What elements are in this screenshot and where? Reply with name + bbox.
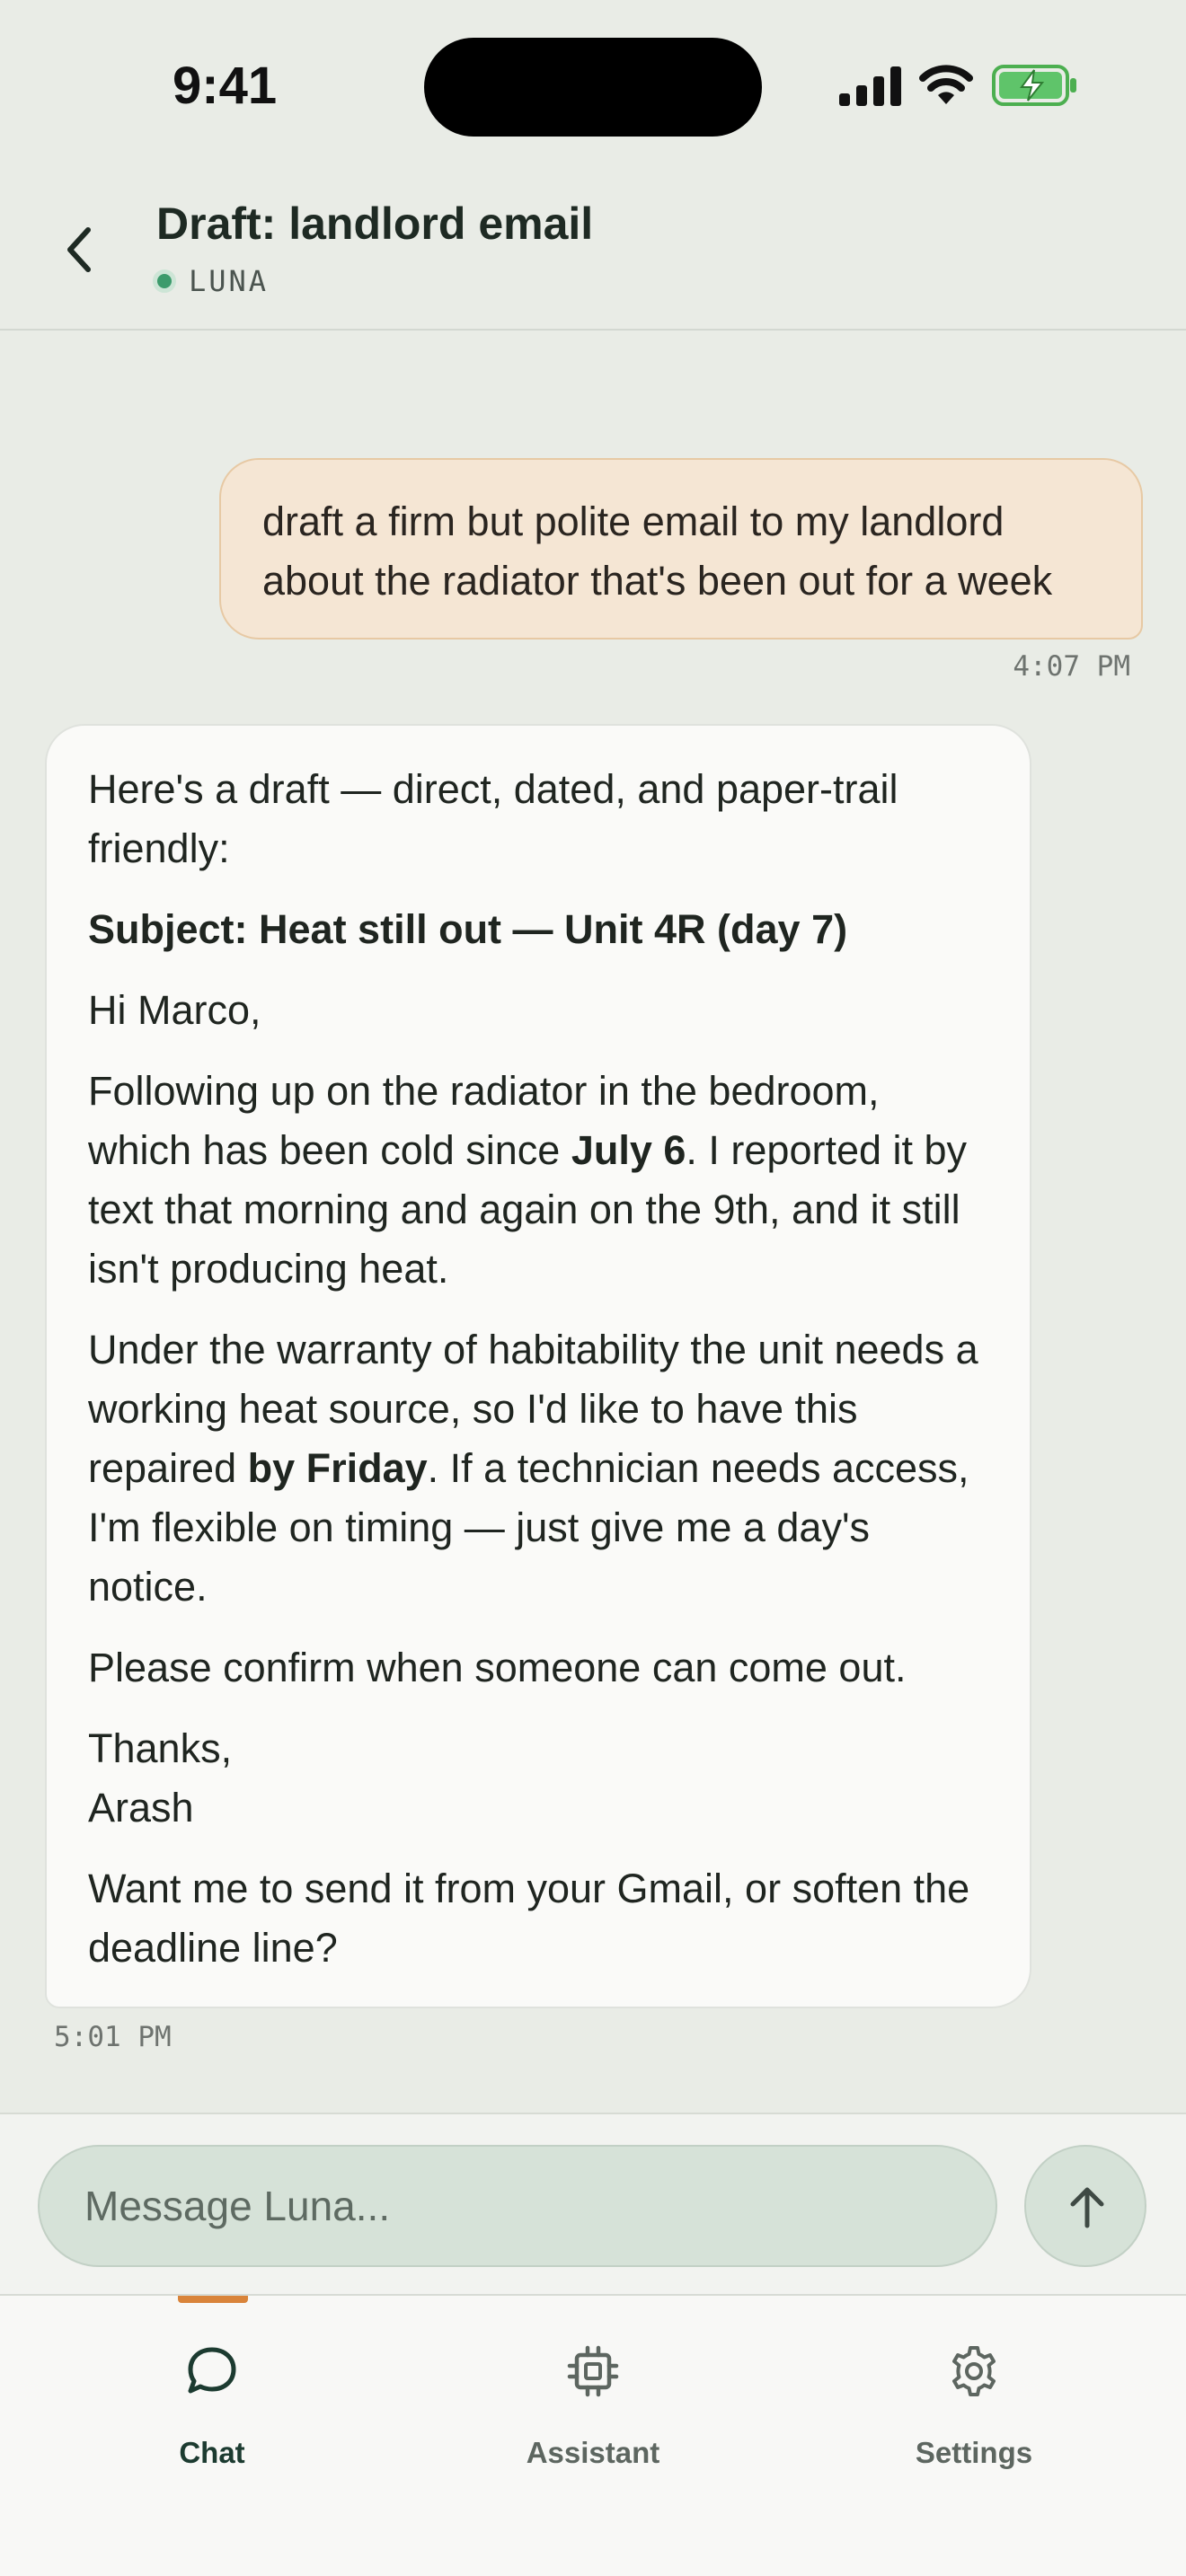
status-bar: 9:41 (0, 0, 1186, 171)
user-message-bubble: draft a firm but polite email to my land… (219, 458, 1143, 640)
message-input[interactable] (38, 2145, 997, 2267)
assistant-message-timestamp: 5:01 PM (54, 2021, 172, 2053)
chip-icon (567, 2345, 619, 2397)
tab-chat[interactable]: Chat (77, 2296, 347, 2493)
battery-charging-icon (992, 65, 1076, 106)
email-paragraph-3: Please confirm when someone can come out… (88, 1645, 907, 1690)
email-signature: Arash (88, 1785, 194, 1831)
message-composer (0, 2113, 1186, 2294)
tab-label: Chat (179, 2436, 245, 2469)
tab-label: Assistant (526, 2436, 660, 2469)
assistant-message-bubble: Here's a draft — direct, dated, and pape… (45, 724, 1031, 2008)
gear-icon (952, 2346, 996, 2396)
cellular-signal-icon (839, 66, 901, 106)
user-message-text: draft a firm but polite email to my land… (262, 498, 1053, 604)
bottom-tab-bar: Chat Assistant Settings (0, 2294, 1186, 2576)
dynamic-island (424, 38, 762, 137)
chat-bubble-icon (188, 2347, 236, 2394)
draft-intro: Here's a draft — direct, dated, and pape… (88, 766, 898, 871)
back-chevron-icon[interactable] (56, 221, 106, 278)
tab-settings[interactable]: Settings (839, 2296, 1109, 2493)
send-button[interactable] (1024, 2145, 1146, 2267)
status-time: 9:41 (173, 57, 278, 115)
chat-header: Draft: landlord email LUNA (0, 171, 1186, 331)
email-greeting: Hi Marco, (88, 987, 261, 1033)
page-title: Draft: landlord email (156, 198, 594, 249)
tab-assistant[interactable]: Assistant (458, 2296, 728, 2493)
email-paragraph-2: Under the warranty of habitability the u… (88, 1327, 978, 1610)
wifi-icon (919, 65, 973, 104)
assistant-followup: Want me to send it from your Gmail, or s… (88, 1866, 970, 1971)
email-signoff: Thanks, Arash (88, 1725, 233, 1831)
email-subject: Subject: Heat still out — Unit 4R (day 7… (88, 906, 848, 952)
email-paragraph-1: Following up on the radiator in the bedr… (88, 1068, 968, 1292)
agent-name: LUNA (189, 264, 270, 298)
tab-label: Settings (915, 2436, 1033, 2469)
arrow-up-icon (1070, 2187, 1104, 2228)
user-message-timestamp: 4:07 PM (1013, 650, 1130, 683)
online-status-dot (153, 269, 176, 293)
